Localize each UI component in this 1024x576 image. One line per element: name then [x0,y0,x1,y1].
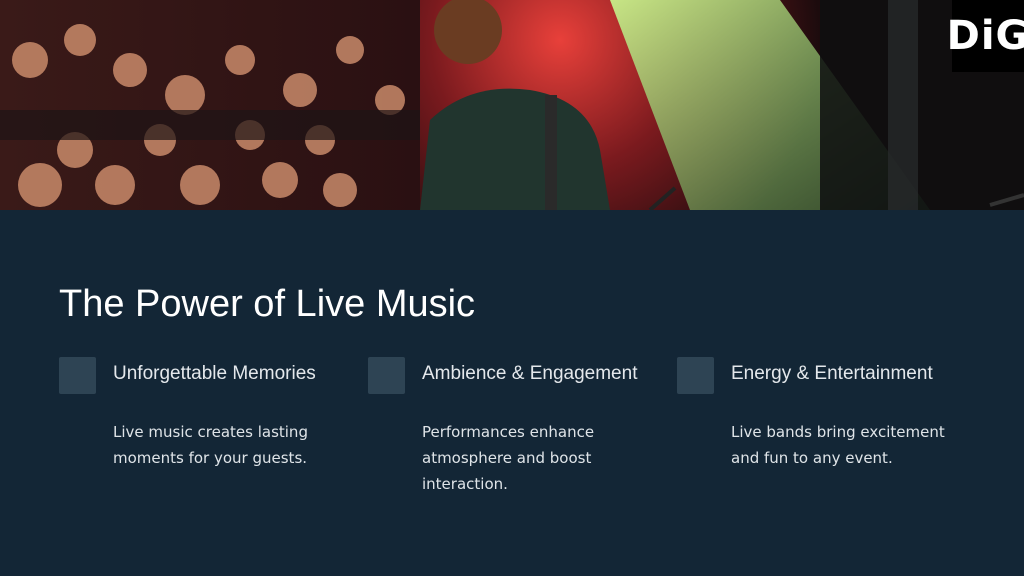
feature-heading: Ambience & Engagement [422,363,638,384]
logo-text: DiG [946,13,1024,59]
feature-icon-square [677,357,714,394]
brand-logo: DiG [947,0,1024,72]
feature-description: Live music creates lasting moments for y… [113,423,308,467]
feature-icon-square [368,357,405,394]
slide: DiG The Power of Live Music Unforgettabl… [0,0,1024,576]
feature-icon-square [59,357,96,394]
feature-description: Live bands bring excitement and fun to a… [731,423,945,467]
feature-heading: Unforgettable Memories [113,363,316,384]
hero-image-concert [0,0,1024,210]
page-title: The Power of Live Music [59,283,476,325]
concert-photo [0,0,1024,210]
feature-description: Performances enhance atmosphere and boos… [422,423,595,493]
feature-heading: Energy & Entertainment [731,363,933,384]
